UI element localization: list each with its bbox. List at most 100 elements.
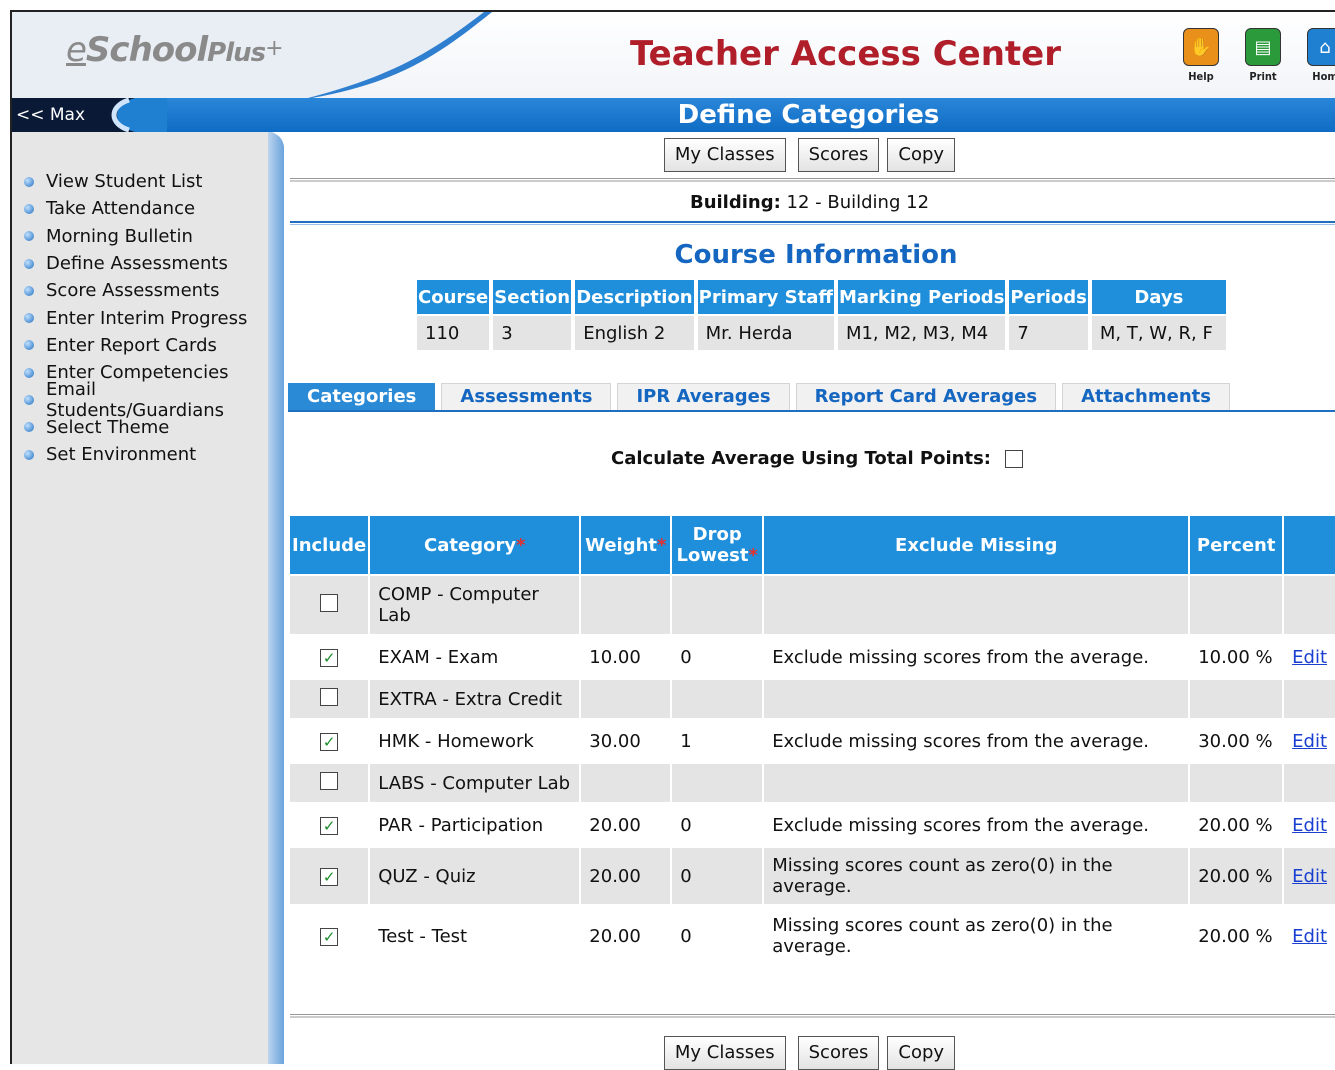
sidebar-nav: View Student List Take Attendance Mornin… xyxy=(12,168,274,468)
sidebar-item-score-assessments[interactable]: Score Assessments xyxy=(12,277,274,304)
sidebar-item-email-students-guardians[interactable]: Email Students/Guardians xyxy=(12,379,274,421)
weight-value: 10.00 xyxy=(581,636,671,680)
col-periods: Periods xyxy=(1009,280,1088,314)
category-row: EXTRA - Extra Credit xyxy=(290,680,1335,720)
top-button-row: My Classes Scores Copy xyxy=(284,138,1335,172)
divider xyxy=(290,221,1335,225)
include-cell: ✓ xyxy=(290,636,369,680)
category-name: QUZ - Quiz xyxy=(370,848,580,906)
home-icon: ⌂ xyxy=(1307,28,1335,66)
app-header: eSchoolPlus+ Teacher Access Center ✋ Hel… xyxy=(12,12,1335,98)
include-cell: ✓ xyxy=(290,720,369,764)
bullet-icon xyxy=(24,340,34,351)
bullet-icon xyxy=(24,422,34,433)
sidebar-item-morning-bulletin[interactable]: Morning Bulletin xyxy=(12,223,274,250)
copy-button[interactable]: Copy xyxy=(887,138,956,172)
col-days: Days xyxy=(1091,280,1226,314)
scores-button[interactable]: Scores xyxy=(797,138,880,172)
tab-bar: Categories Assessments IPR Averages Repo… xyxy=(288,383,1236,411)
max-toggle-button[interactable]: << Max xyxy=(12,98,107,132)
include-checkbox[interactable]: ✓ xyxy=(320,867,339,886)
exclude-missing-value xyxy=(764,576,1189,636)
category-row: LABS - Computer Lab xyxy=(290,764,1335,804)
include-checkbox[interactable] xyxy=(320,771,339,790)
building-info: Building: 12 - Building 12 xyxy=(284,192,1335,213)
include-checkbox[interactable]: ✓ xyxy=(320,816,339,835)
bullet-icon xyxy=(24,203,34,214)
tab-categories[interactable]: Categories xyxy=(288,383,436,411)
course-information-title: Course Information xyxy=(674,240,958,270)
percent-value: 10.00 % xyxy=(1190,636,1283,680)
sidebar-item-take-attendance[interactable]: Take Attendance xyxy=(12,195,274,222)
category-name: Test - Test xyxy=(370,906,580,968)
category-row: ✓ QUZ - Quiz 20.00 0 Missing scores count as… xyxy=(290,848,1335,906)
percent-value: 30.00 % xyxy=(1190,720,1283,764)
drop-lowest-value: 0 xyxy=(672,906,763,968)
bullet-icon xyxy=(24,367,34,378)
drop-lowest-value xyxy=(672,576,763,636)
include-checkbox[interactable]: ✓ xyxy=(320,927,339,946)
help-button[interactable]: ✋ Help xyxy=(1176,28,1226,83)
category-name: COMP - Computer Lab xyxy=(370,576,580,636)
percent-value xyxy=(1190,576,1283,636)
category-name: LABS - Computer Lab xyxy=(370,764,580,804)
actions-cell: Edit xyxy=(1284,804,1335,848)
tab-report-card-averages[interactable]: Report Card Averages xyxy=(795,383,1057,411)
category-row: COMP - Computer Lab xyxy=(290,576,1335,636)
edit-link[interactable]: Edit xyxy=(1292,815,1327,836)
edit-link[interactable]: Edit xyxy=(1292,866,1327,887)
scores-button[interactable]: Scores xyxy=(797,1036,880,1070)
exclude-missing-value xyxy=(764,764,1189,804)
categories-table: Include Category* Weight* Drop Lowest* Ex… xyxy=(288,516,1335,968)
calc-total-points-checkbox[interactable] xyxy=(1005,449,1023,468)
tab-ipr-averages[interactable]: IPR Averages xyxy=(617,383,790,411)
weight-value xyxy=(581,680,671,720)
weight-value: 20.00 xyxy=(581,848,671,906)
include-checkbox[interactable] xyxy=(320,593,339,612)
exclude-missing-value: Missing scores count as zero(0) in the a… xyxy=(764,848,1189,906)
building-label: Building: xyxy=(689,192,781,213)
sidebar-item-enter-report-cards[interactable]: Enter Report Cards xyxy=(12,332,274,359)
sidebar-item-view-student-list[interactable]: View Student List xyxy=(12,168,274,195)
bullet-icon xyxy=(24,176,34,187)
category-name: EXTRA - Extra Credit xyxy=(370,680,580,720)
bullet-icon xyxy=(24,258,34,269)
course-info-header-row: Course Section Description Primary Staff… xyxy=(417,280,1226,314)
title-bar: << Max Define Categories xyxy=(12,98,1335,132)
actions-cell xyxy=(1284,764,1335,804)
include-checkbox[interactable]: ✓ xyxy=(320,648,339,667)
actions-cell: Edit xyxy=(1284,848,1335,906)
categories-body: COMP - Computer Lab ✓ EXAM - Exam 10.00 0 Exc… xyxy=(290,576,1335,968)
actions-cell: Edit xyxy=(1284,636,1335,680)
weight-value: 20.00 xyxy=(581,804,671,848)
my-classes-button[interactable]: My Classes xyxy=(663,138,786,172)
tab-attachments[interactable]: Attachments xyxy=(1062,383,1230,411)
main-content: My Classes Scores Copy Building: 12 - Bu… xyxy=(284,132,1335,1070)
copy-button[interactable]: Copy xyxy=(887,1036,956,1070)
my-classes-button[interactable]: My Classes xyxy=(663,1036,786,1070)
sidebar-item-enter-interim-progress[interactable]: Enter Interim Progress xyxy=(12,304,274,331)
category-row: ✓ Test - Test 20.00 0 Missing scores count a… xyxy=(290,906,1335,968)
col-include: Include xyxy=(290,516,369,576)
drop-lowest-value xyxy=(672,764,763,804)
actions-cell: Edit xyxy=(1284,720,1335,764)
edit-link[interactable]: Edit xyxy=(1292,731,1327,752)
help-hand-icon: ✋ xyxy=(1183,28,1219,66)
calc-total-points-row: Calculate Average Using Total Points: xyxy=(611,448,1023,469)
sidebar-item-set-environment[interactable]: Set Environment xyxy=(12,441,274,468)
exclude-missing-value: Exclude missing scores from the average. xyxy=(764,720,1189,764)
include-checkbox[interactable]: ✓ xyxy=(320,732,339,751)
print-button[interactable]: ▤ Print xyxy=(1238,28,1288,83)
edit-link[interactable]: Edit xyxy=(1292,926,1327,947)
course-info-table: Course Section Description Primary Staff… xyxy=(413,280,1230,350)
include-checkbox[interactable] xyxy=(320,687,339,706)
categories-header-row: Include Category* Weight* Drop Lowest* Ex… xyxy=(290,516,1335,576)
sidebar-item-define-assessments[interactable]: Define Assessments xyxy=(12,250,274,277)
description-value: English 2 xyxy=(575,314,694,350)
edit-link[interactable]: Edit xyxy=(1292,647,1327,668)
exclude-missing-value xyxy=(764,680,1189,720)
tab-assessments[interactable]: Assessments xyxy=(441,383,612,411)
home-button[interactable]: ⌂ Hom xyxy=(1300,28,1335,83)
weight-value xyxy=(581,576,671,636)
col-drop-lowest: Drop Lowest* xyxy=(672,516,763,576)
